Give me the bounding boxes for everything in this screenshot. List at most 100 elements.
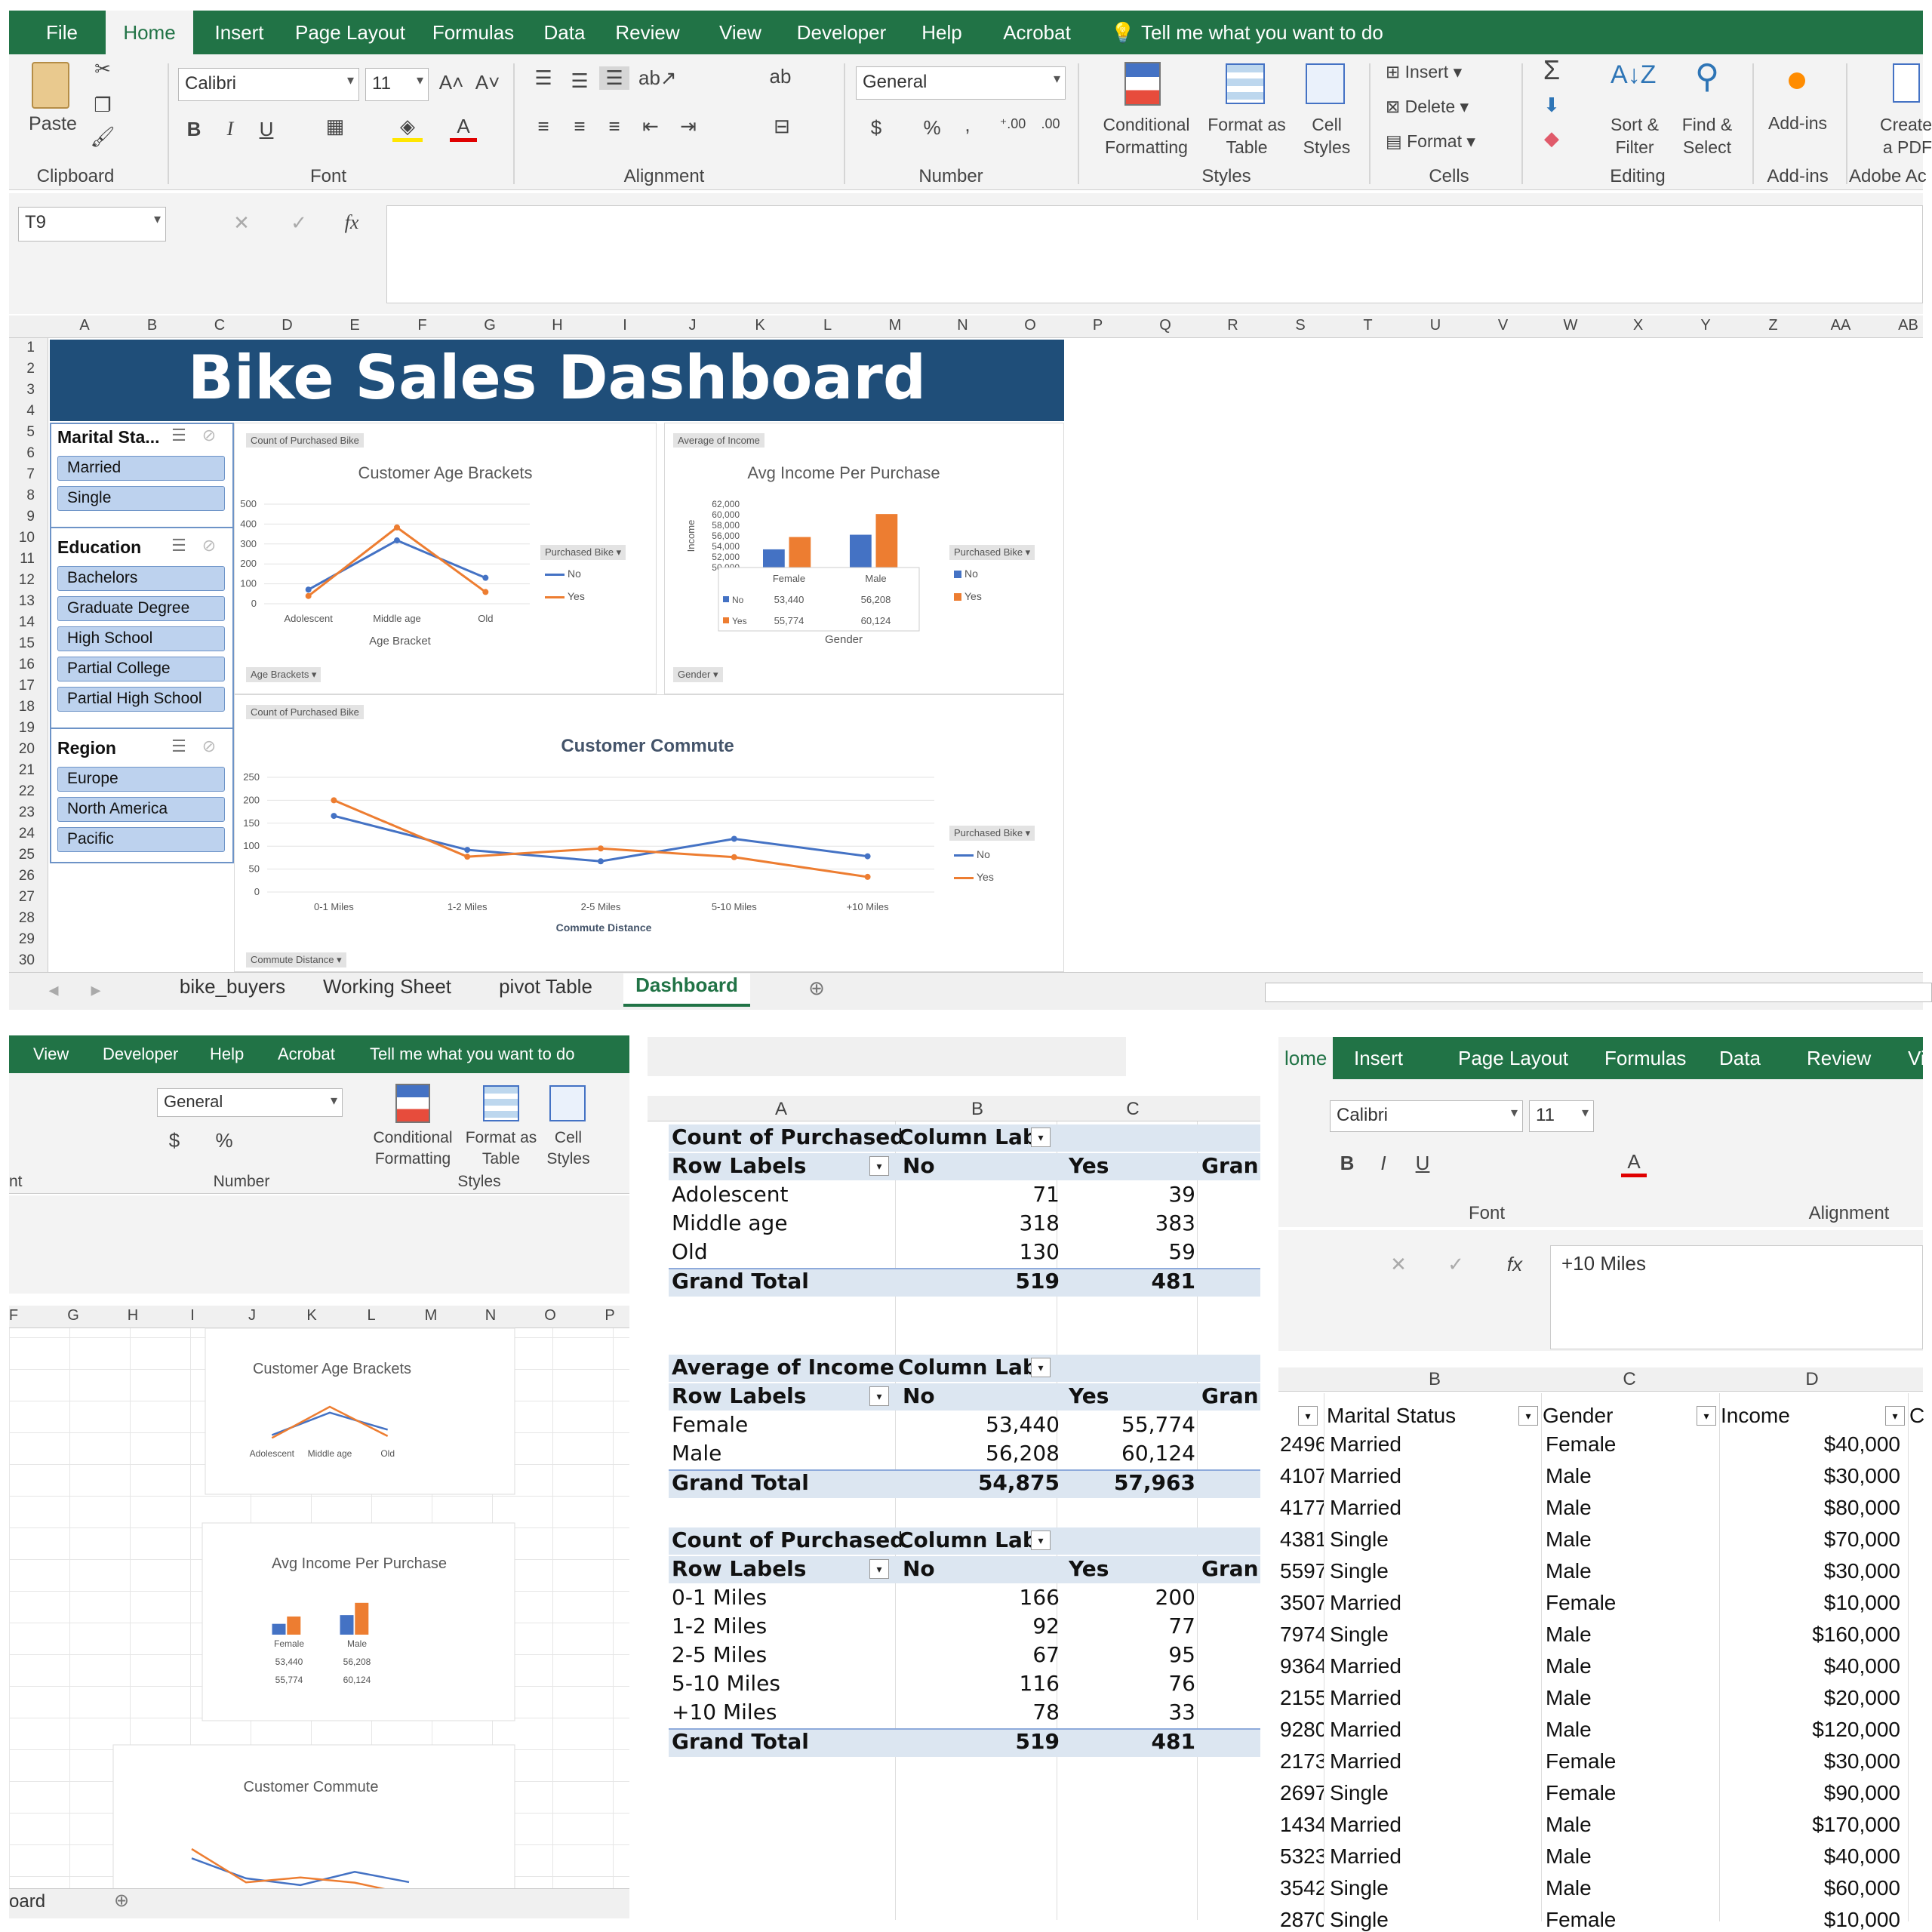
data-header-cell[interactable]: ▾ bbox=[1281, 1401, 1321, 1431]
y-axis-label: Income bbox=[685, 520, 697, 552]
pivot-row-label: 1-2 Miles bbox=[672, 1614, 768, 1638]
pivot-column-labels[interactable]: Column Lab bbox=[898, 1124, 1034, 1149]
pivot-column-header[interactable]: C bbox=[1121, 1099, 1144, 1120]
filter-dropdown-icon[interactable]: ▾ bbox=[1031, 1531, 1051, 1550]
filter-dropdown-icon[interactable]: ▾ bbox=[1031, 1358, 1051, 1377]
gender-cell: Male bbox=[1546, 1844, 1592, 1868]
legend-filter-button[interactable]: Purchased Bike ▾ bbox=[949, 826, 1035, 841]
data-enter-icon[interactable]: ✓ bbox=[1443, 1253, 1469, 1276]
pivot-field-button[interactable]: Count of Purchased Bike bbox=[246, 705, 364, 719]
small-number-format-combo[interactable]: General ▾ bbox=[157, 1088, 343, 1117]
filter-dropdown-icon[interactable]: ▾ bbox=[1031, 1128, 1051, 1147]
data-size-combo[interactable]: 11 ▾ bbox=[1529, 1100, 1594, 1132]
income-cell: $40,000 bbox=[1823, 1844, 1900, 1868]
filter-dropdown-icon[interactable]: ▾ bbox=[869, 1156, 889, 1176]
data-bold-button[interactable]: B bbox=[1336, 1152, 1358, 1175]
pivot-column-labels[interactable]: Column Lab bbox=[898, 1355, 1034, 1380]
small-tab-view[interactable]: View bbox=[33, 1035, 69, 1073]
data-header-cell[interactable]: Income ▾ bbox=[1721, 1401, 1908, 1431]
legend-key bbox=[954, 593, 961, 601]
mini-data-label: 53,440 bbox=[275, 1657, 303, 1667]
small-tab-acrobat[interactable]: Acrobat bbox=[278, 1035, 335, 1073]
pivot-cell-no: 318 bbox=[1019, 1211, 1060, 1235]
data-label: 60,124 bbox=[861, 615, 891, 626]
pivot-row-labels[interactable]: Row Labels bbox=[672, 1153, 868, 1178]
axis-filter-button[interactable]: Commute Distance ▾ bbox=[246, 952, 346, 968]
data-underline-button[interactable]: U bbox=[1411, 1152, 1434, 1175]
data-tab-2[interactable]: Page Layout bbox=[1452, 1037, 1574, 1079]
sheet-tab-working-sheet[interactable]: Working Sheet bbox=[309, 975, 465, 998]
pivot-grand-total-no: 519 bbox=[1015, 1729, 1060, 1754]
y-tick-label: 100 bbox=[240, 578, 257, 589]
prev-sheet-arrow[interactable]: ◂ bbox=[42, 978, 65, 1001]
data-point bbox=[464, 854, 471, 860]
next-sheet-arrow[interactable]: ▸ bbox=[85, 978, 107, 1001]
data-fx-button[interactable]: fx bbox=[1502, 1253, 1527, 1276]
data-font-color-button[interactable]: A bbox=[1621, 1150, 1647, 1177]
axis-filter-button[interactable]: Age Brackets ▾ bbox=[246, 667, 321, 682]
data-id-cell: 4107 bbox=[1280, 1464, 1324, 1487]
small-tab-developer[interactable]: Developer bbox=[103, 1035, 178, 1073]
data-tab-0[interactable]: lome bbox=[1278, 1037, 1334, 1079]
pivot-column-header[interactable]: B bbox=[966, 1099, 989, 1120]
sheet-tab-dashboard[interactable]: Dashboard bbox=[623, 974, 750, 1007]
income-cell: $80,000 bbox=[1823, 1496, 1900, 1519]
data-point bbox=[864, 853, 871, 860]
pivot-column-header[interactable]: A bbox=[770, 1099, 792, 1120]
bar-no bbox=[763, 549, 785, 568]
filter-dropdown-icon[interactable]: ▾ bbox=[1885, 1406, 1905, 1426]
data-header-cell[interactable]: Marital Status ▾ bbox=[1327, 1401, 1541, 1431]
small-currency-button[interactable]: $ bbox=[163, 1129, 186, 1152]
filter-dropdown-icon[interactable]: ▾ bbox=[869, 1559, 889, 1579]
pivot-row-labels[interactable]: Row Labels bbox=[672, 1383, 868, 1408]
y-tick-label: 62,000 bbox=[712, 499, 740, 509]
small-cell-styles-button[interactable]: Cell Styles bbox=[537, 1128, 599, 1170]
x-tick-label: Male bbox=[865, 573, 886, 584]
pivot-field-button[interactable]: Count of Purchased Bike bbox=[246, 433, 364, 448]
small-cond-format-button[interactable]: Conditional Formatting bbox=[364, 1128, 462, 1170]
marital-status-cell: Married bbox=[1330, 1464, 1401, 1487]
data-italic-button[interactable]: I bbox=[1372, 1152, 1395, 1175]
filter-dropdown-icon[interactable]: ▾ bbox=[869, 1386, 889, 1406]
filter-dropdown-icon[interactable]: ▾ bbox=[1697, 1406, 1716, 1426]
data-header-cell[interactable]: C bbox=[1909, 1401, 1932, 1431]
bar-yes bbox=[789, 537, 811, 568]
pivot-cell-no: 166 bbox=[1019, 1585, 1060, 1610]
data-header-cell[interactable]: Gender ▾ bbox=[1543, 1401, 1719, 1431]
header-label: Marital Status bbox=[1327, 1404, 1457, 1427]
small-tell-me[interactable]: Tell me what you want to do bbox=[370, 1035, 574, 1073]
small-sheet-tab-tail[interactable]: oard bbox=[9, 1891, 45, 1912]
data-tab-3[interactable]: Formulas bbox=[1598, 1037, 1692, 1079]
income-cell: $60,000 bbox=[1823, 1876, 1900, 1900]
data-formula-input[interactable]: +10 Miles bbox=[1550, 1245, 1923, 1349]
marital-status-cell: Married bbox=[1330, 1654, 1401, 1678]
filter-dropdown-icon[interactable]: ▾ bbox=[1518, 1406, 1538, 1426]
data-tab-5[interactable]: Review bbox=[1801, 1037, 1877, 1079]
pivot-row-labels[interactable]: Row Labels bbox=[672, 1556, 868, 1581]
data-font-combo[interactable]: Calibri ▾ bbox=[1330, 1100, 1523, 1132]
data-column-header[interactable]: C bbox=[1618, 1369, 1641, 1390]
legend-filter-button[interactable]: Purchased Bike ▾ bbox=[540, 545, 626, 560]
gender-cell: Male bbox=[1546, 1654, 1592, 1678]
small-percent-button[interactable]: % bbox=[213, 1129, 235, 1152]
data-tab-4[interactable]: Data bbox=[1713, 1037, 1767, 1079]
pivot-field-button[interactable]: Average of Income bbox=[673, 433, 764, 448]
small-add-sheet-button[interactable]: ⊕ bbox=[109, 1890, 134, 1912]
data-column-header[interactable]: D bbox=[1801, 1369, 1823, 1390]
data-id-cell: 4381 bbox=[1280, 1527, 1324, 1551]
x-tick-label: 1-2 Miles bbox=[448, 901, 488, 912]
small-format-table-button[interactable]: Format as Table bbox=[462, 1128, 540, 1170]
legend-filter-button[interactable]: Purchased Bike ▾ bbox=[949, 545, 1035, 560]
data-cancel-icon[interactable]: ✕ bbox=[1386, 1253, 1411, 1276]
sheet-tab-pivot-table[interactable]: pivot Table bbox=[475, 975, 616, 998]
data-tab-1[interactable]: Insert bbox=[1348, 1037, 1409, 1079]
small-tab-help[interactable]: Help bbox=[210, 1035, 244, 1073]
horizontal-scrollbar[interactable] bbox=[1265, 983, 1932, 1002]
pivot-column-labels[interactable]: Column Lab bbox=[898, 1527, 1034, 1552]
data-column-header[interactable]: B bbox=[1423, 1369, 1446, 1390]
filter-dropdown-icon[interactable]: ▾ bbox=[1298, 1406, 1318, 1426]
axis-filter-button[interactable]: Gender ▾ bbox=[673, 667, 723, 682]
data-tab-6[interactable]: Vie bbox=[1902, 1037, 1923, 1079]
add-sheet-button[interactable]: ⊕ bbox=[801, 977, 832, 1000]
sheet-tab-bike_buyers[interactable]: bike_buyers bbox=[168, 975, 297, 998]
